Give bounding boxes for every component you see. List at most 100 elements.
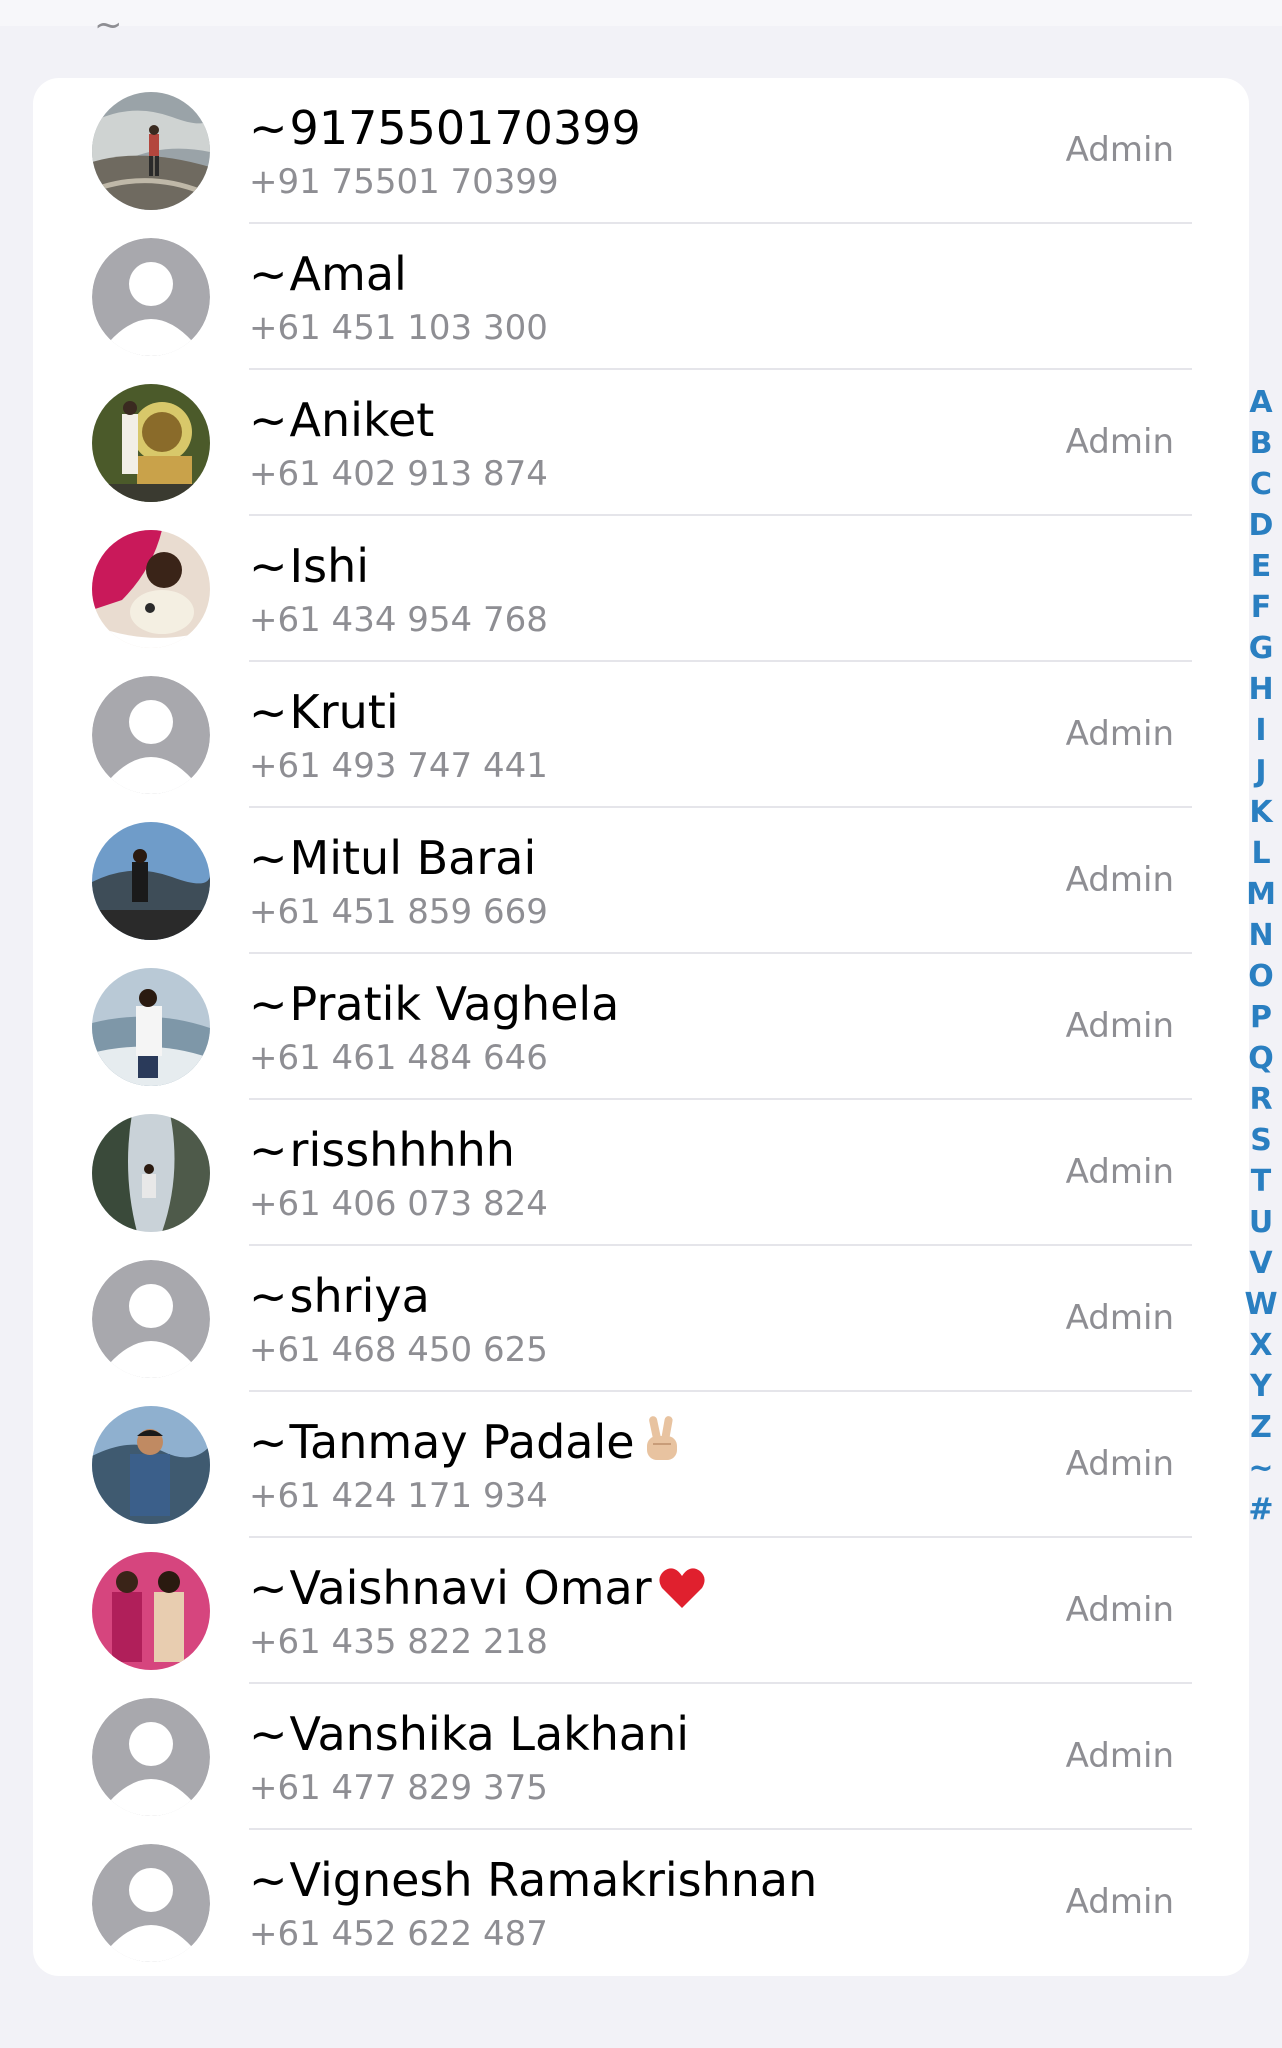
member-name-text: Tanmay Padale <box>289 1415 635 1469</box>
index-letter-b[interactable]: B <box>1244 423 1278 464</box>
admin-badge: Admin <box>1065 1298 1174 1338</box>
admin-badge: Admin <box>1065 1882 1174 1922</box>
index-letter-a[interactable]: A <box>1244 382 1278 423</box>
avatar-placeholder-icon <box>92 1260 210 1378</box>
member-row[interactable]: ~Ishi +61 434 954 768 <box>33 516 1249 662</box>
member-row[interactable]: ~Vanshika Lakhani +61 477 829 375 Admin <box>33 1684 1249 1830</box>
admin-badge: Admin <box>1065 1444 1174 1484</box>
index-letter-u[interactable]: U <box>1244 1202 1278 1243</box>
index-letter-w[interactable]: W <box>1244 1284 1278 1325</box>
admin-badge: Admin <box>1065 1006 1174 1046</box>
member-name: ~Amal <box>249 246 407 302</box>
member-row[interactable]: ~Amal +61 451 103 300 <box>33 224 1249 370</box>
index-letter-tilde[interactable]: ~ <box>1244 1448 1278 1489</box>
index-letter-t[interactable]: T <box>1244 1161 1278 1202</box>
index-letter-h[interactable]: H <box>1244 669 1278 710</box>
index-letter-f[interactable]: F <box>1244 587 1278 628</box>
member-name-text: Amal <box>289 247 407 301</box>
member-name-text: Kruti <box>289 685 399 739</box>
member-name-text: risshhhhh <box>289 1123 515 1177</box>
member-name: ~Mitul Barai <box>249 830 536 886</box>
admin-badge: Admin <box>1065 422 1174 462</box>
avatar <box>92 1552 210 1670</box>
index-letter-s[interactable]: S <box>1244 1120 1278 1161</box>
admin-badge: Admin <box>1065 130 1174 170</box>
avatar <box>92 530 210 648</box>
member-row[interactable]: ~917550170399 +91 75501 70399 Admin <box>33 78 1249 224</box>
top-strip <box>0 0 1282 26</box>
index-letter-c[interactable]: C <box>1244 464 1278 505</box>
member-phone: +61 435 822 218 <box>249 1622 548 1662</box>
index-letter-l[interactable]: L <box>1244 833 1278 874</box>
index-letter-i[interactable]: I <box>1244 710 1278 751</box>
index-letter-hash[interactable]: # <box>1244 1489 1278 1530</box>
index-letter-q[interactable]: Q <box>1244 1038 1278 1079</box>
avatar <box>92 1114 210 1232</box>
avatar-placeholder-icon <box>92 676 210 794</box>
member-row[interactable]: ~risshhhhh +61 406 073 824 Admin <box>33 1100 1249 1246</box>
index-letter-r[interactable]: R <box>1244 1079 1278 1120</box>
index-letter-x[interactable]: X <box>1244 1325 1278 1366</box>
member-name-text: Pratik Vaghela <box>289 977 620 1031</box>
avatar-placeholder-icon <box>92 1844 210 1962</box>
name-prefix: ~ <box>249 247 288 301</box>
index-letter-k[interactable]: K <box>1244 792 1278 833</box>
avatar <box>92 1406 210 1524</box>
name-prefix: ~ <box>249 1269 288 1323</box>
index-letter-n[interactable]: N <box>1244 915 1278 956</box>
index-letter-z[interactable]: Z <box>1244 1407 1278 1448</box>
name-prefix: ~ <box>249 539 288 593</box>
member-row[interactable]: ~Aniket +61 402 913 874 Admin <box>33 370 1249 516</box>
member-phone: +61 424 171 934 <box>249 1476 548 1516</box>
member-name-text: Vignesh Ramakrishnan <box>289 1853 818 1907</box>
member-row[interactable]: ~Mitul Barai +61 451 859 669 Admin <box>33 808 1249 954</box>
member-row[interactable]: ~shriya +61 468 450 625 Admin <box>33 1246 1249 1392</box>
section-header: ~ <box>94 12 123 38</box>
avatar-placeholder-icon <box>92 1698 210 1816</box>
member-name-text: Ishi <box>289 539 370 593</box>
index-letter-o[interactable]: O <box>1244 956 1278 997</box>
member-phone: +61 461 484 646 <box>249 1038 548 1078</box>
member-phone: +61 468 450 625 <box>249 1330 548 1370</box>
member-name: ~Aniket <box>249 392 434 448</box>
avatar <box>92 92 210 210</box>
index-letter-d[interactable]: D <box>1244 505 1278 546</box>
member-name: ~shriya <box>249 1268 430 1324</box>
index-letter-v[interactable]: V <box>1244 1243 1278 1284</box>
member-row[interactable]: ~Kruti +61 493 747 441 Admin <box>33 662 1249 808</box>
name-prefix: ~ <box>249 1561 288 1615</box>
index-letter-g[interactable]: G <box>1244 628 1278 669</box>
member-phone: +61 451 859 669 <box>249 892 548 932</box>
member-row[interactable]: ~Vignesh Ramakrishnan +61 452 622 487 Ad… <box>33 1830 1249 1976</box>
index-letter-m[interactable]: M <box>1244 874 1278 915</box>
member-row[interactable]: ~Pratik Vaghela +61 461 484 646 Admin <box>33 954 1249 1100</box>
member-name: ~risshhhhh <box>249 1122 515 1178</box>
member-name-text: Aniket <box>289 393 435 447</box>
member-name: ~917550170399 <box>249 100 641 156</box>
member-phone: +61 406 073 824 <box>249 1184 548 1224</box>
name-prefix: ~ <box>249 1123 288 1177</box>
admin-badge: Admin <box>1065 1152 1174 1192</box>
victory-hand-icon <box>641 1414 685 1476</box>
member-phone: +61 477 829 375 <box>249 1768 548 1808</box>
member-name: ~Pratik Vaghela <box>249 976 619 1032</box>
member-name-text: Vaishnavi Omar <box>289 1561 652 1615</box>
member-name-text: shriya <box>289 1269 430 1323</box>
member-name: ~Ishi <box>249 538 369 594</box>
name-prefix: ~ <box>249 831 288 885</box>
member-name-text: 917550170399 <box>289 101 641 155</box>
index-letter-j[interactable]: J <box>1244 751 1278 792</box>
member-phone: +61 434 954 768 <box>249 600 548 640</box>
member-name-text: Mitul Barai <box>289 831 537 885</box>
member-phone: +91 75501 70399 <box>249 162 559 202</box>
member-phone: +61 451 103 300 <box>249 308 548 348</box>
index-letter-y[interactable]: Y <box>1244 1366 1278 1407</box>
index-letter-p[interactable]: P <box>1244 997 1278 1038</box>
index-letter-e[interactable]: E <box>1244 546 1278 587</box>
member-row[interactable]: ~Vaishnavi Omar +61 435 822 218 Admin <box>33 1538 1249 1684</box>
members-list: ~917550170399 +91 75501 70399 Admin ~Ama… <box>33 78 1249 1976</box>
member-row[interactable]: ~Tanmay Padale +61 424 171 934 Admin <box>33 1392 1249 1538</box>
member-phone: +61 452 622 487 <box>249 1914 548 1954</box>
name-prefix: ~ <box>249 685 288 739</box>
section-index[interactable]: A B C D E F G H I J K L M N O P Q R S T … <box>1244 382 1278 1530</box>
